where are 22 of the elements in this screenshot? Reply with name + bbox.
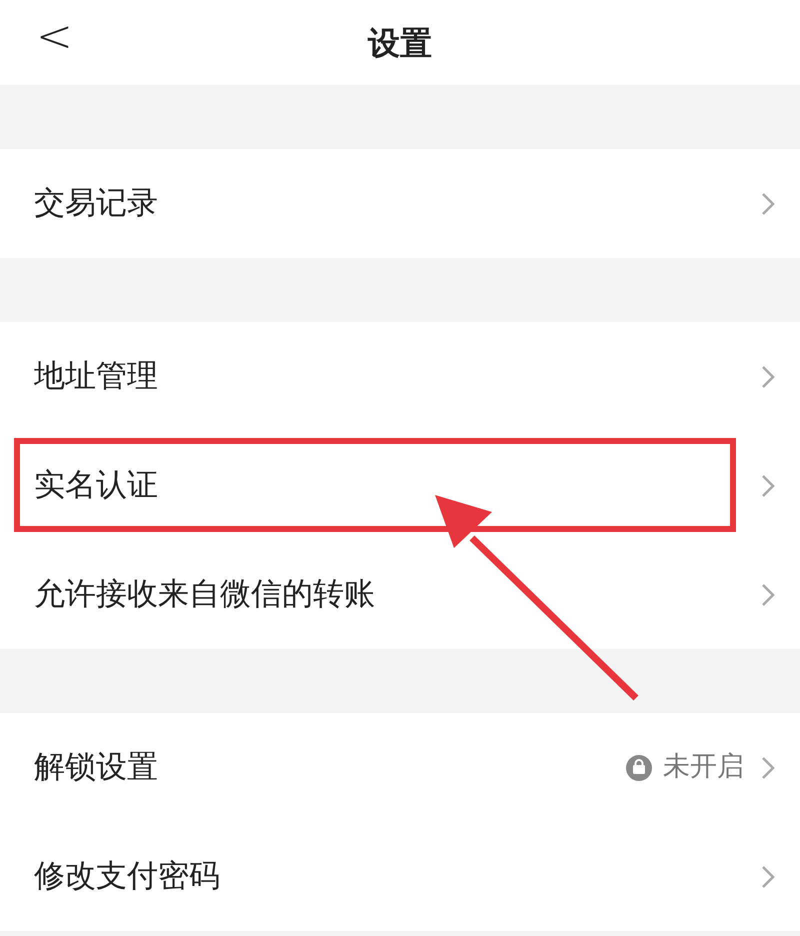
row-label: 修改支付密码 [34,857,221,896]
lock-icon [625,754,653,782]
settings-row[interactable]: 解锁设置 未开启 [0,713,800,822]
back-button[interactable]: < [30,14,79,60]
chevron-right-icon [760,582,776,608]
row-label: 实名认证 [34,466,159,506]
page-title: 设置 [368,22,432,64]
chevron-right-icon [760,364,776,390]
row-label: 交易记录 [34,184,159,224]
settings-row[interactable]: 允许接收来自微信的转账 [0,540,800,649]
settings-row[interactable]: 实名认证 [0,431,800,540]
settings-row[interactable]: 修改支付密码 [0,822,800,931]
row-label: 解锁设置 [34,748,159,788]
settings-row[interactable]: 地址管理 [0,322,800,431]
chevron-right-icon [760,754,776,780]
chevron-right-icon [760,472,776,498]
settings-row[interactable]: 交易记录 [0,149,800,258]
chevron-right-icon [760,190,776,216]
chevron-right-icon [760,864,776,890]
row-label: 地址管理 [34,357,159,396]
status-text: 未开启 [663,750,744,784]
row-label: 允许接收来自微信的转账 [34,575,376,614]
